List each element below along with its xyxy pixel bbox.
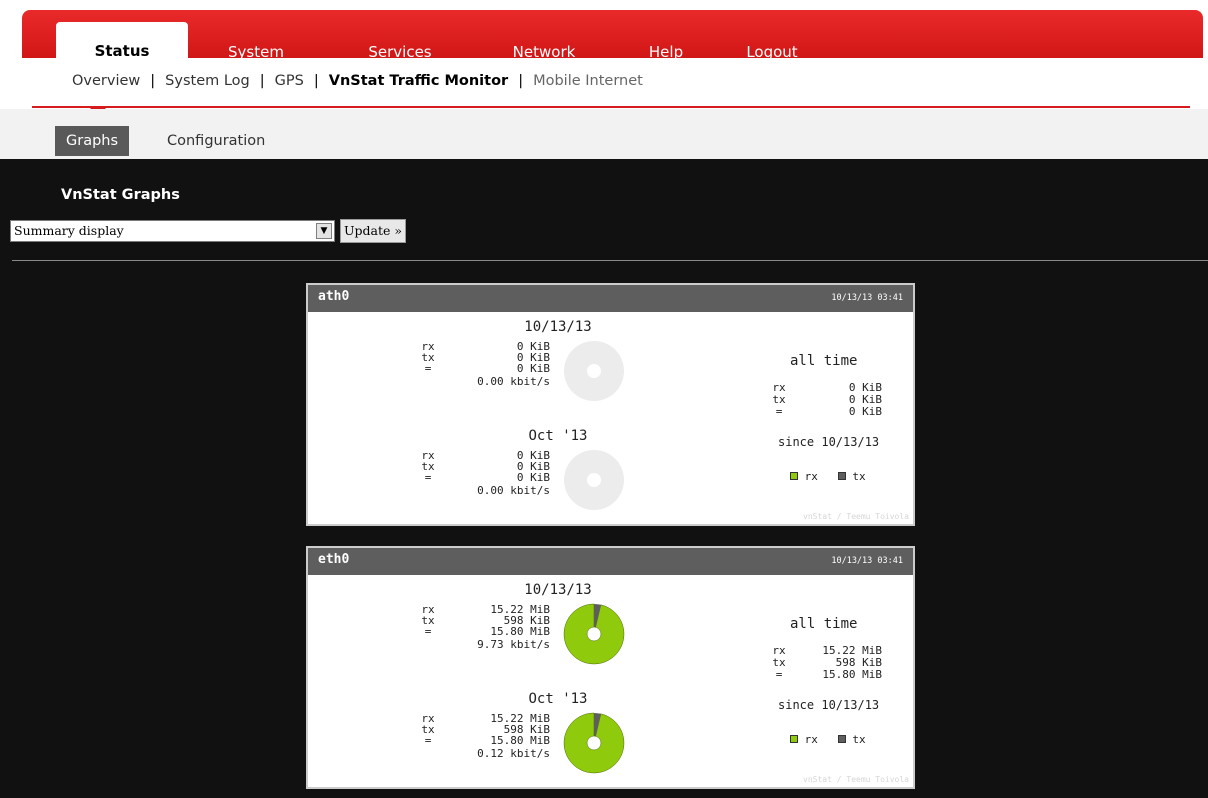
month-title: Oct '13 [528, 428, 588, 444]
panel-header: eth0 10/13/13 03:41 [308, 548, 913, 575]
panel-timestamp: 10/13/13 03:41 [831, 556, 903, 566]
interface-name: eth0 [318, 552, 350, 567]
credit: vnStat / Teemu Toivola [803, 775, 909, 784]
pie-hole [587, 473, 601, 487]
today-rate: 0.00 kbit/s [477, 375, 550, 388]
today-row-label: = [424, 362, 432, 375]
month-traffic-pie [564, 450, 624, 510]
separator: | [313, 73, 319, 89]
tab-configuration[interactable]: Configuration [167, 126, 265, 156]
tab-graphs[interactable]: Graphs [55, 126, 130, 156]
vnstat-panel-ath0: ath0 10/13/13 03:41 10/13/13 rx 0 KiB tx 0 KiB… [306, 283, 915, 526]
legend: rx tx [790, 733, 866, 746]
today-rate: 9.73 kbit/s [477, 638, 550, 651]
all-time-row-label: = [775, 668, 783, 681]
interface-name: ath0 [318, 289, 350, 304]
sub-nav: Overview | System Log | GPS | VnStat Traffic M… [72, 73, 643, 97]
month-rate: 0.12 kbit/s [477, 747, 550, 760]
month-row-value: 15.80 MiB [490, 734, 550, 747]
month-traffic-pie [563, 712, 625, 774]
today-traffic-pie [563, 603, 625, 665]
all-time-row-label: = [775, 405, 783, 418]
since-date: since 10/13/13 [778, 698, 880, 712]
vnstat-panel-eth0: eth0 10/13/13 03:41 10/13/13 rx 15.22 MiB tx 5… [306, 546, 915, 789]
pie-hole [586, 735, 602, 751]
today-title: 10/13/13 [524, 582, 592, 598]
legend: rx tx [790, 470, 866, 483]
month-row-label: = [424, 471, 432, 484]
tab-services[interactable]: Services [356, 32, 444, 68]
month-title: Oct '13 [528, 691, 588, 707]
separator: | [150, 73, 156, 89]
all-time-title: all time [790, 353, 858, 369]
tab-status[interactable]: Status [56, 22, 188, 68]
separator: | [518, 73, 524, 89]
tx-swatch [837, 735, 846, 743]
update-button[interactable]: Update » [340, 219, 407, 243]
main-content: VnStat Graphs Summary display ▼ Update »… [0, 159, 1208, 798]
sub-nav-vnstat[interactable]: VnStat Traffic Monitor [329, 73, 508, 89]
legend-rx: rx [804, 733, 818, 746]
tab-system[interactable]: System [212, 32, 300, 68]
tertiary-nav: Graphs Configuration [0, 109, 1208, 159]
all-time-row-value: 15.80 MiB [822, 668, 882, 681]
today-row-value: 0 KiB [516, 362, 550, 375]
since-date: since 10/13/13 [778, 435, 880, 449]
month-row-value: 0 KiB [516, 471, 550, 484]
separator: | [259, 73, 265, 89]
month-rate: 0.00 kbit/s [477, 484, 550, 497]
panel-header: ath0 10/13/13 03:41 [308, 285, 913, 312]
tx-swatch [837, 472, 846, 480]
content-divider [12, 260, 1208, 261]
all-time-title: all time [790, 616, 858, 632]
today-row-value: 15.80 MiB [490, 625, 550, 638]
legend-tx: tx [852, 470, 866, 483]
today-traffic-pie [564, 341, 624, 401]
today-title: 10/13/13 [524, 319, 592, 335]
rx-swatch [790, 472, 798, 480]
display-select[interactable]: Summary display ▼ [10, 220, 335, 242]
tab-logout[interactable]: Logout [736, 32, 808, 68]
sub-nav-system-log[interactable]: System Log [165, 73, 250, 89]
today-row-label: = [424, 625, 432, 638]
all-time-row-value: 0 KiB [848, 405, 882, 418]
tab-help[interactable]: Help [636, 32, 696, 68]
sub-nav-overview[interactable]: Overview [72, 73, 140, 89]
rx-swatch [790, 735, 798, 743]
legend-rx: rx [804, 470, 818, 483]
month-row-label: = [424, 734, 432, 747]
page-title: VnStat Graphs [61, 187, 180, 203]
display-select-value: Summary display [14, 223, 124, 238]
sub-nav-mobile-internet[interactable]: Mobile Internet [533, 73, 643, 89]
pie-hole [587, 364, 601, 378]
tab-network[interactable]: Network [500, 32, 588, 68]
credit: vnStat / Teemu Toivola [803, 512, 909, 521]
pie-hole [586, 626, 602, 642]
sub-nav-gps[interactable]: GPS [275, 73, 304, 89]
nav-divider [32, 106, 1190, 108]
legend-tx: tx [852, 733, 866, 746]
panel-timestamp: 10/13/13 03:41 [831, 293, 903, 303]
top-nav-bar: Status System Services Network Help Logo… [22, 10, 1203, 68]
chevron-down-icon[interactable]: ▼ [316, 223, 332, 239]
